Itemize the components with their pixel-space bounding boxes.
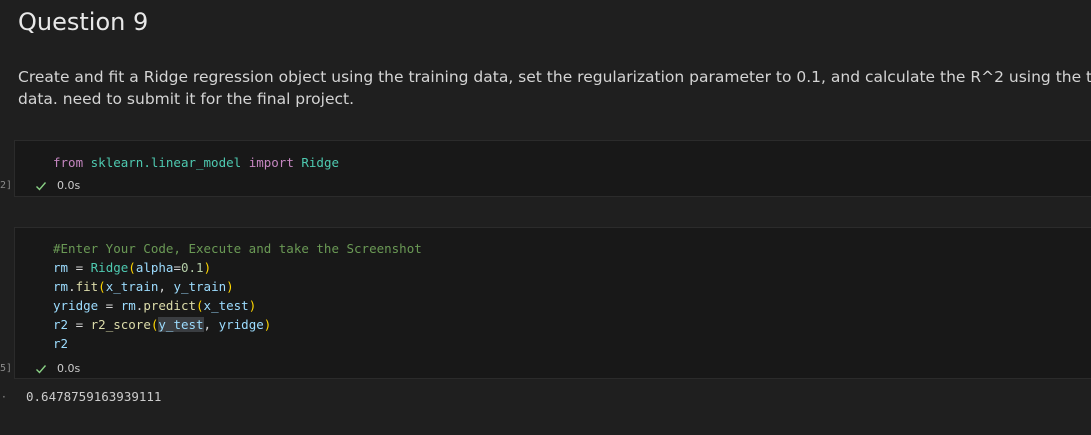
question-heading: Question 9 [18, 8, 149, 36]
code-editor[interactable]: from sklearn.linear_model import Ridge [53, 153, 339, 172]
execution-count: 5] [0, 363, 13, 374]
output-marker: · [2, 390, 6, 404]
code-token-var: r2 [53, 336, 69, 351]
code-token-op: , [158, 279, 174, 294]
code-token-var: rm [120, 298, 136, 313]
code-token-var-highlighted: y_test [158, 317, 204, 332]
code-token-class: Ridge [301, 155, 340, 170]
code-token-op: = [68, 260, 91, 275]
question-description: Create and fit a Ridge regression object… [18, 68, 1091, 108]
code-token-number: 0.1 [180, 260, 204, 275]
code-token-function: fit [75, 279, 99, 294]
code-token-paren: ) [203, 260, 212, 275]
code-token-var: yridge [218, 317, 264, 332]
code-token-paren: ) [263, 317, 272, 332]
cell-exec-time: 0.0s [57, 362, 81, 375]
code-token-op: , [203, 317, 219, 332]
cell-output: 0.6478759163939111 [26, 389, 162, 404]
code-token-paren: ) [226, 279, 234, 294]
code-token-var: y_train [173, 279, 227, 294]
code-token-keyword: from [53, 155, 84, 170]
code-editor[interactable]: #Enter Your Code, Execute and take the S… [53, 239, 422, 353]
code-token-param: alpha [135, 260, 174, 275]
code-token-paren: ) [248, 298, 257, 313]
code-token-var: x_test [203, 298, 249, 313]
cell-exec-time: 0.0s [57, 179, 81, 192]
code-token-var: yridge [53, 298, 99, 313]
code-token-paren: ( [98, 279, 106, 294]
code-token-comment: #Enter Your Code, Execute and take the S… [53, 241, 422, 256]
code-token-op: = [173, 260, 181, 275]
code-token-function: predict [143, 298, 197, 313]
execution-count: 2] [0, 180, 13, 191]
code-token-var: x_train [105, 279, 159, 294]
code-token-keyword: import [248, 155, 294, 170]
code-token-var: rm [53, 279, 69, 294]
code-token-paren: ( [128, 260, 136, 275]
code-cell-ridge[interactable]: #Enter Your Code, Execute and take the S… [14, 227, 1091, 379]
code-token-class: Ridge [90, 260, 129, 275]
code-token-var: rm [53, 260, 69, 275]
code-token-op: = [68, 317, 91, 332]
cell-status: 0.0s [35, 362, 80, 375]
code-token-function: r2_score [90, 317, 151, 332]
code-token-var: r2 [53, 317, 69, 332]
code-token-module: sklearn.linear_model [90, 155, 242, 170]
notebook-page: Question 9 Create and fit a Ridge regres… [0, 0, 1091, 435]
code-token-paren: ( [196, 298, 204, 313]
code-token-op: . [68, 279, 76, 294]
code-token-op: = [98, 298, 121, 313]
check-icon [36, 364, 47, 374]
check-icon [36, 181, 47, 191]
code-cell-import[interactable]: from sklearn.linear_model import Ridge 0… [14, 140, 1091, 197]
cell-status: 0.0s [35, 179, 80, 192]
